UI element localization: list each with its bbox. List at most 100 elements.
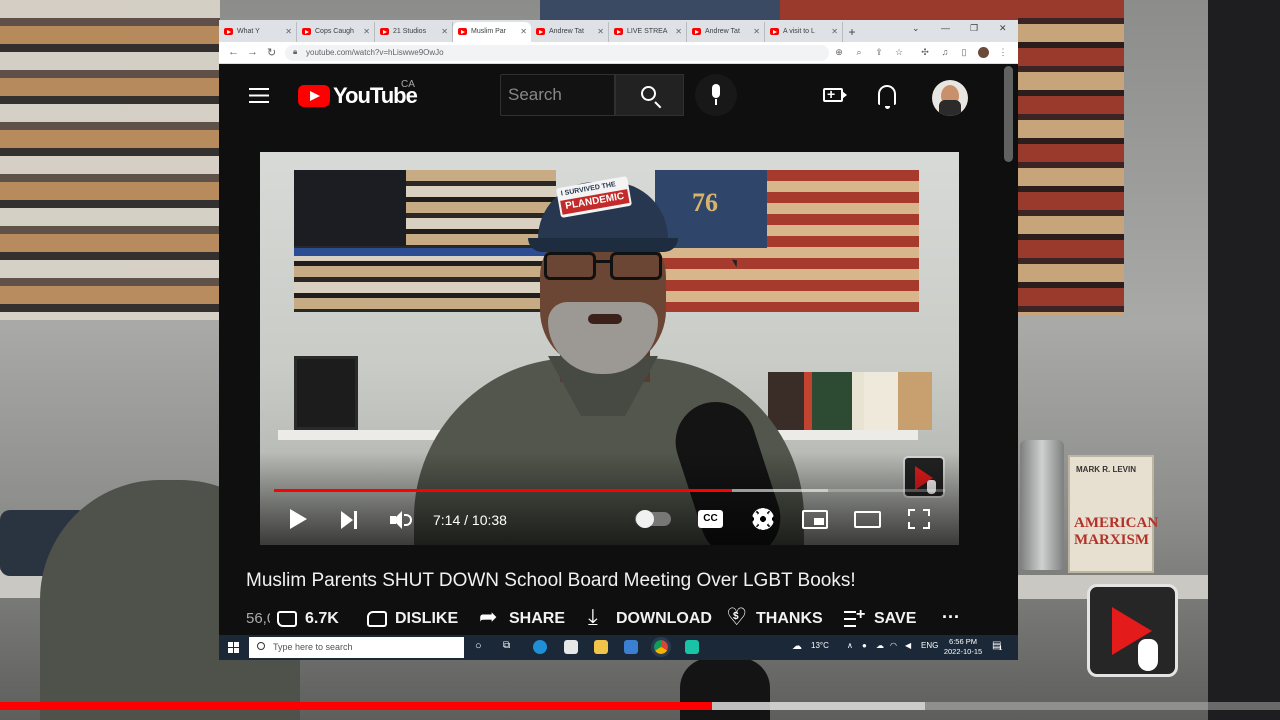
close-tab-icon[interactable]: ✕ — [597, 22, 604, 42]
browser-tab[interactable]: 21 Studios ✕ — [375, 22, 453, 42]
notifications-bell-icon[interactable] — [878, 85, 896, 109]
profile-avatar-icon[interactable] — [978, 47, 989, 58]
clock-date: 2022-10-15 — [943, 647, 983, 656]
more-actions-button[interactable]: ... — [942, 602, 960, 623]
thumbs-down-icon — [367, 611, 387, 627]
restore-icon[interactable]: ❐ — [970, 23, 978, 34]
task-view-icon[interactable]: ⧉ — [503, 640, 510, 651]
tab-label: A visit to L — [783, 28, 815, 35]
thumbs-up-icon — [277, 611, 297, 627]
weather-cloud-icon[interactable]: ☁ — [792, 641, 802, 652]
youtube-logo-icon[interactable] — [298, 85, 330, 107]
side-panel-icon[interactable]: ▯ — [959, 47, 969, 57]
download-button[interactable]: DOWNLOAD — [586, 605, 712, 632]
next-video-icon[interactable] — [341, 511, 359, 529]
language-indicator[interactable]: ENG — [921, 641, 938, 650]
zoom-icon[interactable]: ⌕ — [854, 47, 864, 57]
search-button[interactable] — [615, 74, 684, 116]
create-video-icon[interactable] — [823, 86, 847, 102]
thanks-button[interactable]: THANKS — [726, 603, 823, 632]
app-icon[interactable] — [685, 640, 699, 654]
onedrive-icon[interactable]: ☁ — [876, 641, 884, 650]
new-tab-button[interactable]: + — [843, 22, 861, 42]
wifi-icon[interactable]: ◠ — [890, 641, 897, 650]
browser-tab[interactable]: LIVE STREA ✕ — [609, 22, 687, 42]
browser-menu-icon[interactable]: ⋮ — [998, 47, 1008, 57]
account-avatar[interactable] — [932, 80, 968, 116]
close-tab-icon[interactable]: ✕ — [363, 22, 370, 42]
browser-tab-active[interactable]: Muslim Par ✕ — [453, 22, 531, 42]
close-tab-icon[interactable]: ✕ — [675, 22, 682, 42]
search-icon — [257, 642, 265, 650]
forward-arrow-icon[interactable]: → — [247, 46, 258, 58]
miniplayer-icon[interactable] — [802, 510, 828, 529]
like-button[interactable]: 6.7K — [277, 606, 339, 632]
autoplay-toggle[interactable] — [635, 510, 671, 528]
mic-tray-icon[interactable]: ● — [862, 641, 867, 650]
volume-icon[interactable] — [390, 511, 414, 529]
browser-tab[interactable]: Cops Caugh ✕ — [297, 22, 375, 42]
extensions-puzzle-icon[interactable]: ✣ — [920, 47, 930, 57]
browser-tab[interactable]: A visit to L ✕ — [765, 22, 843, 42]
video-player[interactable]: 76 I SURVIVED THE PLANDEMIC 7:14 / 10:38 — [260, 152, 959, 545]
share-button[interactable]: SHARE — [479, 605, 565, 632]
browser-tab[interactable]: Andrew Tat ✕ — [687, 22, 765, 42]
microphone-base — [680, 658, 770, 720]
install-icon[interactable]: ⊕ — [834, 47, 844, 57]
download-icon — [586, 605, 608, 630]
browser-tab[interactable]: What Y ✕ — [219, 22, 297, 42]
weather-temp[interactable]: 13°C — [811, 641, 829, 650]
glasses — [544, 252, 664, 282]
close-tab-icon[interactable]: ✕ — [441, 22, 448, 42]
tab-search-chevron-icon[interactable]: ⌄ — [912, 23, 920, 34]
theater-mode-icon[interactable] — [854, 511, 881, 528]
close-tab-icon[interactable]: ✕ — [831, 22, 838, 42]
file-explorer-icon[interactable] — [594, 640, 608, 654]
chrome-icon[interactable] — [651, 637, 671, 657]
search-input[interactable]: Search — [500, 74, 615, 116]
save-label: SAVE — [874, 610, 917, 627]
omnibox[interactable]: 🔒︎ youtube.com/watch?v=hLiswwe9OwJo — [285, 45, 829, 61]
dislike-button[interactable]: DISLIKE — [367, 606, 458, 632]
close-tab-icon[interactable]: ✕ — [285, 22, 292, 42]
play-icon[interactable] — [290, 509, 307, 529]
tray-chevron-icon[interactable]: ∧ — [847, 641, 853, 650]
book-author: MARK R. LEVIN — [1076, 465, 1136, 474]
youtube-favicon-icon — [224, 28, 233, 35]
share-page-icon[interactable]: ⇪ — [874, 47, 884, 57]
metal-jar — [1020, 440, 1064, 570]
minimize-icon[interactable]: — — [941, 23, 950, 33]
youtube-favicon-icon — [692, 28, 701, 35]
lock-icon: 🔒︎ — [293, 47, 298, 56]
close-window-icon[interactable]: ✕ — [999, 23, 1007, 34]
search-icon — [641, 86, 656, 101]
taskbar-search-input[interactable]: Type here to search — [249, 637, 464, 658]
browser-window: What Y ✕ Cops Caugh ✕ 21 Studios ✕ Muslim P… — [219, 20, 1018, 660]
tab-strip: What Y ✕ Cops Caugh ✕ 21 Studios ✕ Muslim P… — [219, 20, 1018, 42]
channel-logo-icon — [1087, 584, 1178, 677]
settings-gear-icon[interactable] — [752, 508, 774, 530]
voice-search-button[interactable] — [695, 74, 737, 116]
reload-icon[interactable]: ↻ — [267, 46, 276, 59]
media-control-icon[interactable]: ♫ — [940, 47, 950, 57]
back-arrow-icon[interactable]: ← — [228, 46, 239, 58]
super-thanks-icon — [726, 603, 748, 631]
system-clock[interactable]: 6:56 PM 2022-10-15 — [942, 637, 984, 657]
cortana-icon[interactable]: ○ — [475, 640, 482, 652]
windows-start-icon[interactable] — [228, 642, 239, 653]
page-scrollbar[interactable] — [1004, 66, 1013, 162]
close-tab-icon[interactable]: ✕ — [520, 22, 527, 42]
edge-browser-icon[interactable] — [533, 640, 547, 654]
bookmark-star-icon[interactable]: ☆ — [894, 47, 904, 57]
browser-tab[interactable]: Andrew Tat ✕ — [531, 22, 609, 42]
fullscreen-icon[interactable] — [908, 509, 930, 529]
speaker-icon[interactable]: ◀ — [905, 641, 911, 650]
subtitles-cc-button[interactable]: CC — [698, 510, 723, 528]
progress-played[interactable] — [274, 489, 733, 492]
save-button[interactable]: SAVE — [844, 606, 916, 632]
store-icon[interactable] — [564, 640, 578, 654]
close-tab-icon[interactable]: ✕ — [753, 22, 760, 42]
taskbar-search-placeholder: Type here to search — [273, 642, 353, 652]
menu-hamburger-icon[interactable] — [249, 88, 269, 103]
mail-icon[interactable] — [624, 640, 638, 654]
